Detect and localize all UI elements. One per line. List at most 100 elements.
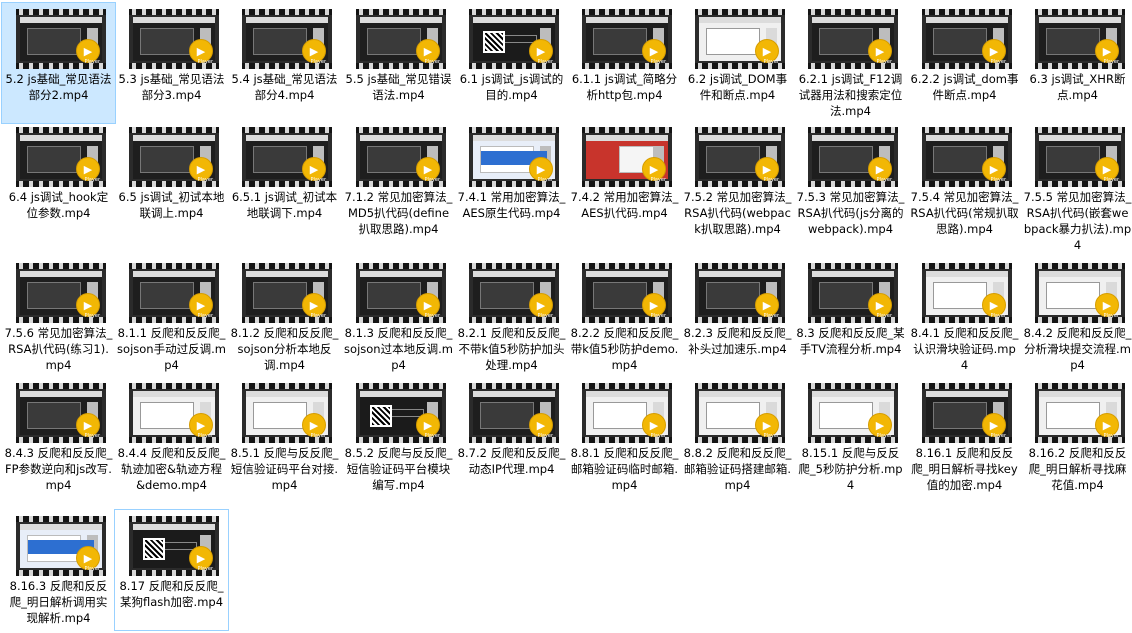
file-item[interactable]: ▶ Player 8.5.1 反爬与反反爬_短信验证码平台对接.mp4 (228, 377, 341, 497)
player-badge-label: Player (990, 59, 1006, 65)
file-item[interactable]: ▶ Player 6.5 js调试_初试本地联调上.mp4 (115, 121, 228, 241)
file-item[interactable]: ▶ Player 5.3 js基础_常见语法部分3.mp4 (115, 3, 228, 123)
player-badge-label: Player (84, 566, 100, 572)
file-item[interactable]: ▶ Player 6.1.1 js调试_简略分析http包.mp4 (568, 3, 681, 123)
file-name-label: 8.4.3 反爬和反反爬_FP参数逆向和js改写.mp4 (4, 446, 113, 492)
file-item[interactable]: ▶ Player 6.2.2 js调试_dom事件断点.mp4 (908, 3, 1021, 123)
file-item[interactable]: ▶ Player 5.4 js基础_常见语法部分4.mp4 (228, 3, 341, 123)
file-item[interactable]: ▶ Player 8.16.1 反爬和反反爬_明日解析寻找key值的加密.mp4 (908, 377, 1021, 497)
video-thumbnail: ▶ Player (922, 9, 1012, 69)
file-item[interactable]: ▶ Player 8.16.3 反爬和反反爬_明日解析调用实现解析.mp4 (2, 510, 115, 630)
player-badge-label: Player (424, 433, 440, 439)
film-strip-top (16, 127, 106, 133)
file-item[interactable]: ▶ Player 6.5.1 js调试_初试本地联调下.mp4 (228, 121, 341, 241)
file-item[interactable]: ▶ Player 5.2 js基础_常见语法部分2.mp4 (1, 2, 116, 124)
video-thumbnail: ▶ Player (242, 127, 332, 187)
file-item[interactable]: ▶ Player 8.4.1 反爬和反反爬_认识滑块验证码.mp4 (908, 257, 1021, 377)
file-name-label: 8.5.1 反爬与反反爬_短信验证码平台对接.mp4 (230, 446, 339, 492)
player-badge-label: Player (763, 177, 779, 183)
player-badge-label: Player (424, 177, 440, 183)
video-thumbnail: ▶ Player (16, 263, 106, 323)
file-item[interactable]: ▶ Player 8.5.2 反爬与反反爬_短信验证码平台模块编写.mp4 (342, 377, 455, 497)
file-item[interactable]: ▶ Player 7.5.4 常见加密算法_RSA扒代码(常规扒取思路).mp4 (908, 121, 1021, 241)
file-item[interactable]: ▶ Player 7.5.6 常见加密算法_RSA扒代码(练习1).mp4 (2, 257, 115, 377)
file-item[interactable]: ▶ Player 7.5.3 常见加密算法_RSA扒代码(js分离的webpack)… (794, 121, 907, 241)
film-strip-top (922, 383, 1012, 389)
file-name-label: 6.2.1 js调试_F12调试器用法和搜索定位法.mp4 (798, 72, 903, 118)
qr-code-icon (370, 405, 392, 427)
film-strip-top (695, 383, 785, 389)
file-name-label: 8.8.2 反爬和反反爬_邮箱验证码搭建邮箱.mp4 (683, 446, 792, 492)
film-strip-top (469, 9, 559, 15)
file-name-label: 6.2 js调试_DOM事件和断点.mp4 (687, 72, 788, 102)
file-item[interactable]: ▶ Player 6.3 js调试_XHR断点.mp4 (1021, 3, 1132, 123)
video-thumbnail: ▶ Player (242, 9, 332, 69)
player-badge-label: Player (763, 433, 779, 439)
file-item[interactable]: ▶ Player 8.1.3 反爬和反反爬_sojson过本地反调.mp4 (342, 257, 455, 377)
video-thumbnail: ▶ Player (129, 127, 219, 187)
film-strip-top (129, 383, 219, 389)
player-badge-label: Player (876, 433, 892, 439)
film-strip-top (129, 263, 219, 269)
qr-code-icon (143, 538, 165, 560)
file-name-label: 6.3 js调试_XHR断点.mp4 (1029, 72, 1126, 102)
player-badge-label: Player (990, 433, 1006, 439)
player-badge-label: Player (763, 59, 779, 65)
file-name-label: 8.4.4 反爬和反反爬_轨迹加密&轨迹方程&demo.mp4 (117, 446, 226, 492)
film-strip-top (808, 263, 898, 269)
file-item[interactable]: ▶ Player 6.1 js调试_js调试的目的.mp4 (455, 3, 568, 123)
video-thumbnail: ▶ Player (808, 9, 898, 69)
player-badge-label: Player (84, 433, 100, 439)
file-item[interactable]: ▶ Player 8.4.2 反爬和反反爬_分析滑块提交流程.mp4 (1021, 257, 1132, 377)
film-strip-top (469, 263, 559, 269)
file-item[interactable]: ▶ Player 8.16.2 反爬和反反爬_明日解析寻找麻花值.mp4 (1021, 377, 1132, 497)
video-thumbnail: ▶ Player (922, 127, 1012, 187)
file-item[interactable]: ▶ Player 7.5.2 常见加密算法_RSA扒代码(webpack扒取思路).… (681, 121, 794, 241)
file-item[interactable]: ▶ Player 8.3 反爬和反反爬_某手TV流程分析.mp4 (794, 257, 907, 377)
file-item[interactable]: ▶ Player 8.8.1 反爬和反反爬_邮箱验证码临时邮箱.mp4 (568, 377, 681, 497)
video-thumbnail: ▶ Player (582, 9, 672, 69)
file-name-label: 8.1.3 反爬和反反爬_sojson过本地反调.mp4 (344, 326, 453, 372)
file-item[interactable]: ▶ Player 8.2.2 反爬和反反爬_带k值5秒防护demo.mp4 (568, 257, 681, 377)
player-badge-label: Player (990, 313, 1006, 319)
player-badge-label: Player (197, 59, 213, 65)
file-item[interactable]: ▶ Player 8.8.2 反爬和反反爬_邮箱验证码搭建邮箱.mp4 (681, 377, 794, 497)
file-name-label: 5.3 js基础_常见语法部分3.mp4 (118, 72, 225, 102)
file-name-label: 5.2 js基础_常见语法部分2.mp4 (5, 72, 112, 102)
file-item[interactable]: ▶ Player 8.1.2 反爬和反反爬_sojson分析本地反调.mp4 (228, 257, 341, 377)
file-item[interactable]: ▶ Player 8.4.4 反爬和反反爬_轨迹加密&轨迹方程&demo.mp4 (115, 377, 228, 497)
video-thumbnail: ▶ Player (16, 9, 106, 69)
file-name-label: 8.16.3 反爬和反反爬_明日解析调用实现解析.mp4 (9, 579, 108, 625)
player-badge-label: Player (310, 433, 326, 439)
file-name-label: 5.5 js基础_常见错误语法.mp4 (345, 72, 452, 102)
file-item[interactable]: ▶ Player 8.7.2 反爬和反反爬_动态IP代理.mp4 (455, 377, 568, 497)
file-item[interactable]: ▶ Player 8.17 反爬和反反爬_某狗flash加密.mp4 (114, 509, 229, 631)
file-item[interactable]: ▶ Player 8.2.1 反爬和反反爬_不带k值5秒防护加头处理.mp4 (455, 257, 568, 377)
file-item[interactable]: ▶ Player 6.2 js调试_DOM事件和断点.mp4 (681, 3, 794, 123)
file-item[interactable]: ▶ Player 8.4.3 反爬和反反爬_FP参数逆向和js改写.mp4 (2, 377, 115, 497)
file-name-label: 8.15.1 反爬与反反爬_5秒防护分析.mp4 (798, 446, 903, 492)
video-thumbnail: ▶ Player (922, 263, 1012, 323)
file-item[interactable]: ▶ Player 8.2.3 反爬和反反爬_补头过加速乐.mp4 (681, 257, 794, 377)
player-badge-label: Player (1103, 313, 1119, 319)
video-thumbnail: ▶ Player (16, 127, 106, 187)
file-name-label: 8.4.2 反爬和反反爬_分析滑块提交流程.mp4 (1023, 326, 1132, 372)
film-strip-top (129, 516, 219, 522)
file-item[interactable]: ▶ Player 7.1.2 常见加密算法_MD5扒代码(define扒取思路).m… (342, 121, 455, 241)
file-item[interactable]: ▶ Player 7.5.5 常见加密算法_RSA扒代码(嵌套webpack暴力扒法… (1021, 121, 1132, 252)
player-badge-label: Player (1103, 177, 1119, 183)
file-item[interactable]: ▶ Player 8.1.1 反爬和反反爬_sojson手动过反调.mp4 (115, 257, 228, 377)
file-name-label: 7.5.4 常见加密算法_RSA扒代码(常规扒取思路).mp4 (910, 190, 1019, 236)
film-strip-top (922, 127, 1012, 133)
player-badge-label: Player (537, 59, 553, 65)
file-item[interactable]: ▶ Player 5.5 js基础_常见错误语法.mp4 (342, 3, 455, 123)
file-item[interactable]: ▶ Player 7.4.1 常用加密算法_AES原生代码.mp4 (455, 121, 568, 241)
file-item[interactable]: ▶ Player 8.15.1 反爬与反反爬_5秒防护分析.mp4 (794, 377, 907, 497)
film-strip-top (695, 263, 785, 269)
file-item[interactable]: ▶ Player 7.4.2 常用加密算法_AES扒代码.mp4 (568, 121, 681, 241)
file-item[interactable]: ▶ Player 6.4 js调试_hook定位参数.mp4 (2, 121, 115, 241)
file-item[interactable]: ▶ Player 6.2.1 js调试_F12调试器用法和搜索定位法.mp4 (794, 3, 907, 123)
player-badge-label: Player (84, 59, 100, 65)
film-strip-top (356, 9, 446, 15)
video-thumbnail: ▶ Player (582, 383, 672, 443)
